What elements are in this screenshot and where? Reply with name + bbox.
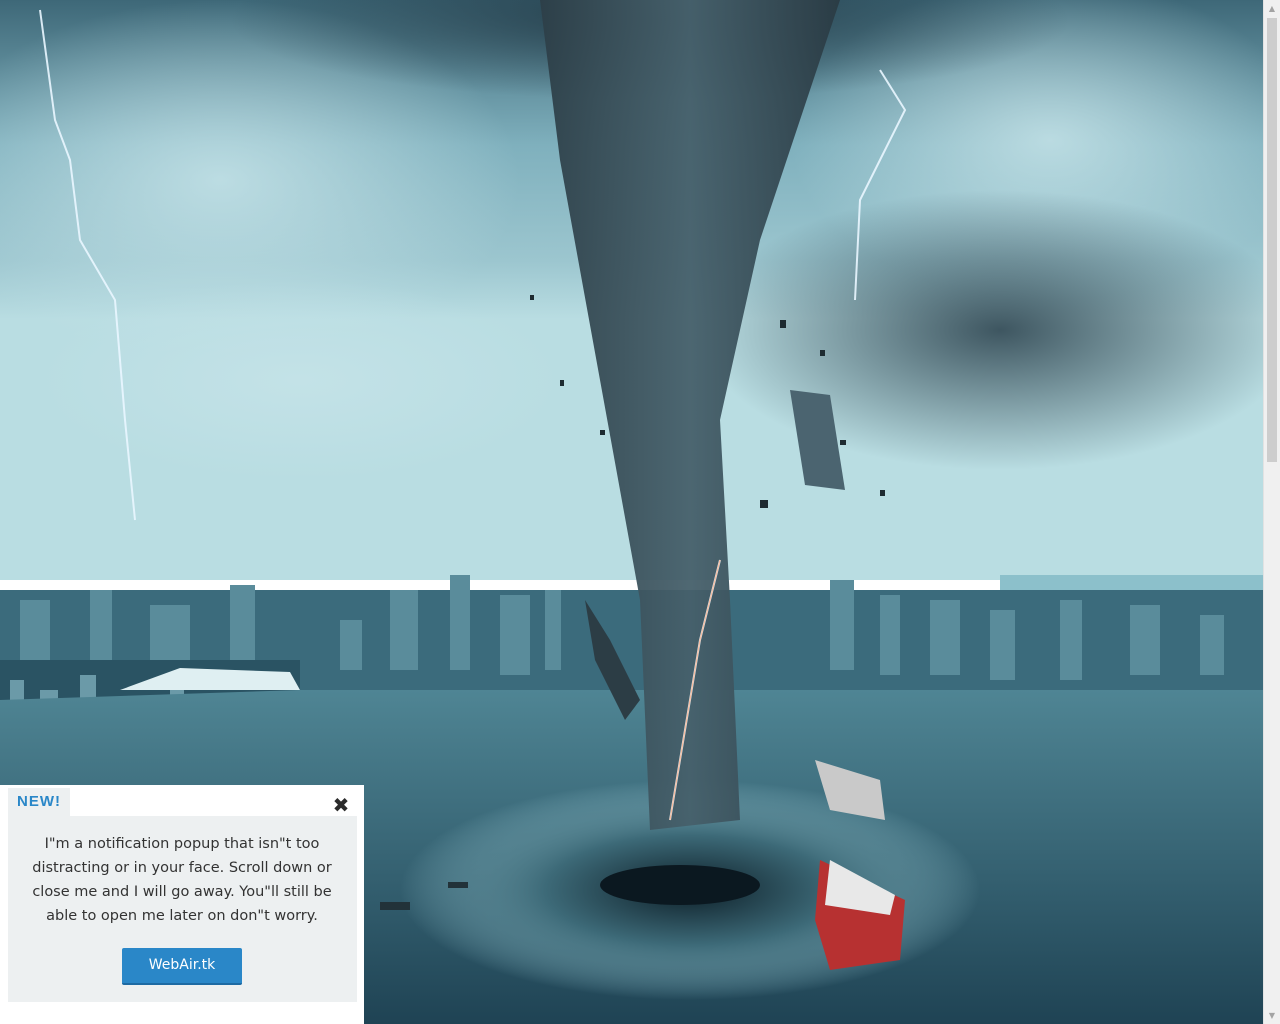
vertical-scrollbar[interactable]: ▲ ▼: [1263, 0, 1280, 1024]
scroll-up-arrow-icon[interactable]: ▲: [1264, 0, 1280, 17]
close-icon[interactable]: ✖: [330, 793, 352, 817]
scrollbar-thumb[interactable]: [1267, 18, 1277, 462]
notification-message: I"m a notification popup that isn"t too …: [32, 836, 332, 924]
scroll-down-arrow-icon[interactable]: ▼: [1264, 1007, 1280, 1024]
new-badge: NEW!: [8, 788, 70, 816]
page: ▲ ▼ NEW! ✖ I"m a notification popup that…: [0, 0, 1280, 1024]
notification-popup: NEW! ✖ I"m a notification popup that isn…: [0, 786, 364, 1024]
webair-link-button[interactable]: WebAir.tk: [122, 948, 242, 985]
